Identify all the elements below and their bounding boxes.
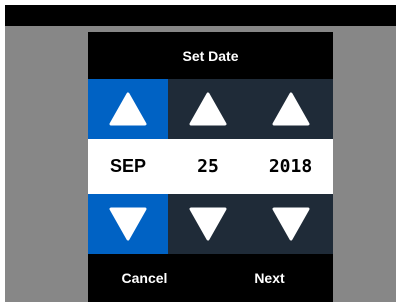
month-value: SEP xyxy=(109,156,147,176)
triangle-up-icon xyxy=(109,92,147,126)
dialog-title: Set Date xyxy=(182,47,239,64)
set-date-dialog: Set Date SEP 25 2018 Cancel Next xyxy=(88,32,333,302)
triangle-up-icon xyxy=(189,92,227,126)
month-increment-button[interactable] xyxy=(88,79,168,139)
year-value: 2018 xyxy=(268,156,313,177)
triangle-down-icon xyxy=(272,207,309,241)
year-increment-button[interactable] xyxy=(248,79,333,139)
month-decrement-button[interactable] xyxy=(88,194,168,254)
triangle-down-icon xyxy=(189,207,227,241)
day-value: 25 xyxy=(197,156,219,177)
next-button[interactable]: Next xyxy=(218,254,321,302)
cancel-button[interactable]: Cancel xyxy=(88,254,201,302)
date-values-row: SEP 25 2018 xyxy=(88,139,333,194)
top-bar xyxy=(5,5,396,26)
dialog-actions: Cancel Next xyxy=(88,254,333,302)
day-increment-button[interactable] xyxy=(168,79,248,139)
year-decrement-button[interactable] xyxy=(248,194,333,254)
triangle-up-icon xyxy=(272,92,309,126)
triangle-down-icon xyxy=(109,207,147,241)
day-decrement-button[interactable] xyxy=(168,194,248,254)
